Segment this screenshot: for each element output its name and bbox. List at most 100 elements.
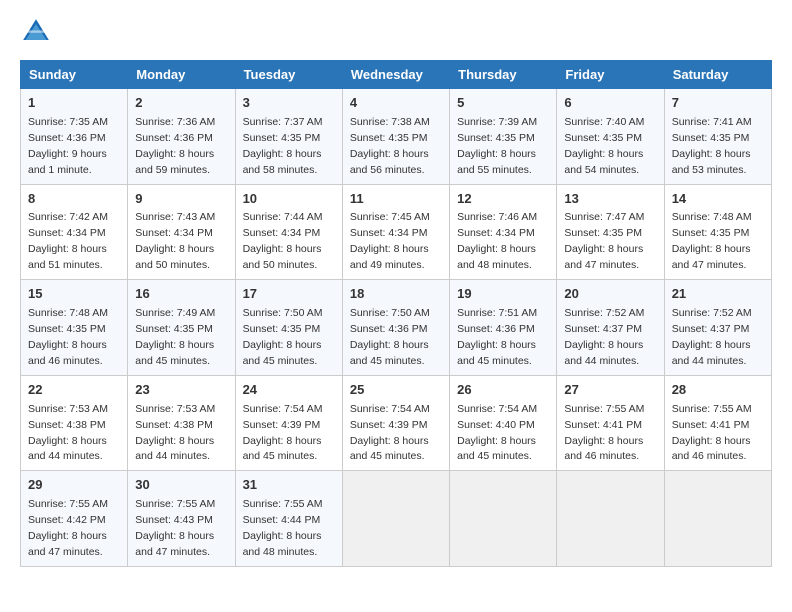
day-number: 3 [243,94,335,113]
day-cell: 6 Sunrise: 7:40 AM Sunset: 4:35 PM Daylig… [557,89,664,185]
day-cell: 19 Sunrise: 7:51 AM Sunset: 4:36 PM Dayli… [450,280,557,376]
day-number: 26 [457,381,549,400]
day-info: Sunrise: 7:53 AM Sunset: 4:38 PM Dayligh… [28,403,108,463]
day-cell: 16 Sunrise: 7:49 AM Sunset: 4:35 PM Dayli… [128,280,235,376]
day-number: 7 [672,94,764,113]
day-info: Sunrise: 7:45 AM Sunset: 4:34 PM Dayligh… [350,211,430,271]
col-header-tuesday: Tuesday [235,61,342,89]
day-cell: 8 Sunrise: 7:42 AM Sunset: 4:34 PM Daylig… [21,184,128,280]
day-info: Sunrise: 7:49 AM Sunset: 4:35 PM Dayligh… [135,307,215,367]
day-cell: 13 Sunrise: 7:47 AM Sunset: 4:35 PM Dayli… [557,184,664,280]
col-header-sunday: Sunday [21,61,128,89]
day-info: Sunrise: 7:44 AM Sunset: 4:34 PM Dayligh… [243,211,323,271]
col-header-friday: Friday [557,61,664,89]
day-cell: 23 Sunrise: 7:53 AM Sunset: 4:38 PM Dayli… [128,375,235,471]
day-number: 19 [457,285,549,304]
day-info: Sunrise: 7:37 AM Sunset: 4:35 PM Dayligh… [243,116,323,176]
col-header-saturday: Saturday [664,61,771,89]
day-number: 27 [564,381,656,400]
day-cell [557,471,664,567]
logo [20,16,58,48]
day-number: 29 [28,476,120,495]
day-number: 30 [135,476,227,495]
day-cell: 29Sunrise: 7:55 AM Sunset: 4:42 PM Dayli… [21,471,128,567]
day-number: 6 [564,94,656,113]
day-info: Sunrise: 7:39 AM Sunset: 4:35 PM Dayligh… [457,116,537,176]
col-header-thursday: Thursday [450,61,557,89]
day-cell: 3 Sunrise: 7:37 AM Sunset: 4:35 PM Daylig… [235,89,342,185]
day-number: 28 [672,381,764,400]
day-info: Sunrise: 7:50 AM Sunset: 4:35 PM Dayligh… [243,307,323,367]
day-number: 11 [350,190,442,209]
day-number: 23 [135,381,227,400]
day-cell: 18Sunrise: 7:50 AM Sunset: 4:36 PM Dayli… [342,280,449,376]
day-number: 14 [672,190,764,209]
day-info: Sunrise: 7:52 AM Sunset: 4:37 PM Dayligh… [564,307,644,367]
day-cell: 31 Sunrise: 7:55 AM Sunset: 4:44 PM Dayli… [235,471,342,567]
day-cell: 22 Sunrise: 7:53 AM Sunset: 4:38 PM Dayli… [21,375,128,471]
day-cell: 4Sunrise: 7:38 AM Sunset: 4:35 PM Daylig… [342,89,449,185]
col-header-monday: Monday [128,61,235,89]
day-number: 17 [243,285,335,304]
day-number: 22 [28,381,120,400]
day-cell: 2 Sunrise: 7:36 AM Sunset: 4:36 PM Daylig… [128,89,235,185]
day-cell: 5 Sunrise: 7:39 AM Sunset: 4:35 PM Daylig… [450,89,557,185]
day-number: 1 [28,94,120,113]
day-info: Sunrise: 7:47 AM Sunset: 4:35 PM Dayligh… [564,211,644,271]
day-info: Sunrise: 7:35 AM Sunset: 4:36 PM Dayligh… [28,116,108,176]
day-number: 20 [564,285,656,304]
logo-icon [20,16,52,48]
day-info: Sunrise: 7:38 AM Sunset: 4:35 PM Dayligh… [350,116,430,176]
day-info: Sunrise: 7:53 AM Sunset: 4:38 PM Dayligh… [135,403,215,463]
day-info: Sunrise: 7:55 AM Sunset: 4:43 PM Dayligh… [135,498,215,558]
day-cell: 20 Sunrise: 7:52 AM Sunset: 4:37 PM Dayli… [557,280,664,376]
day-number: 16 [135,285,227,304]
day-cell: 9 Sunrise: 7:43 AM Sunset: 4:34 PM Daylig… [128,184,235,280]
week-row-1: 1 Sunrise: 7:35 AM Sunset: 4:36 PM Daylig… [21,89,772,185]
day-info: Sunrise: 7:52 AM Sunset: 4:37 PM Dayligh… [672,307,752,367]
day-info: Sunrise: 7:48 AM Sunset: 4:35 PM Dayligh… [672,211,752,271]
day-info: Sunrise: 7:51 AM Sunset: 4:36 PM Dayligh… [457,307,537,367]
day-cell: 26 Sunrise: 7:54 AM Sunset: 4:40 PM Dayli… [450,375,557,471]
week-row-5: 29Sunrise: 7:55 AM Sunset: 4:42 PM Dayli… [21,471,772,567]
day-cell: 17 Sunrise: 7:50 AM Sunset: 4:35 PM Dayli… [235,280,342,376]
calendar-header-row: SundayMondayTuesdayWednesdayThursdayFrid… [21,61,772,89]
day-cell [450,471,557,567]
day-cell: 27Sunrise: 7:55 AM Sunset: 4:41 PM Dayli… [557,375,664,471]
day-number: 2 [135,94,227,113]
day-cell: 15 Sunrise: 7:48 AM Sunset: 4:35 PM Dayli… [21,280,128,376]
col-header-wednesday: Wednesday [342,61,449,89]
day-info: Sunrise: 7:54 AM Sunset: 4:39 PM Dayligh… [243,403,323,463]
day-cell: 21 Sunrise: 7:52 AM Sunset: 4:37 PM Dayli… [664,280,771,376]
day-number: 15 [28,285,120,304]
day-cell: 25Sunrise: 7:54 AM Sunset: 4:39 PM Dayli… [342,375,449,471]
day-cell [342,471,449,567]
day-info: Sunrise: 7:41 AM Sunset: 4:35 PM Dayligh… [672,116,752,176]
page: SundayMondayTuesdayWednesdayThursdayFrid… [0,0,792,577]
day-info: Sunrise: 7:40 AM Sunset: 4:35 PM Dayligh… [564,116,644,176]
day-info: Sunrise: 7:43 AM Sunset: 4:34 PM Dayligh… [135,211,215,271]
day-info: Sunrise: 7:42 AM Sunset: 4:34 PM Dayligh… [28,211,108,271]
day-cell: 24Sunrise: 7:54 AM Sunset: 4:39 PM Dayli… [235,375,342,471]
day-cell: 1 Sunrise: 7:35 AM Sunset: 4:36 PM Daylig… [21,89,128,185]
day-info: Sunrise: 7:50 AM Sunset: 4:36 PM Dayligh… [350,307,430,367]
day-number: 13 [564,190,656,209]
day-number: 8 [28,190,120,209]
day-number: 10 [243,190,335,209]
day-info: Sunrise: 7:36 AM Sunset: 4:36 PM Dayligh… [135,116,215,176]
day-info: Sunrise: 7:54 AM Sunset: 4:40 PM Dayligh… [457,403,537,463]
day-number: 31 [243,476,335,495]
day-info: Sunrise: 7:48 AM Sunset: 4:35 PM Dayligh… [28,307,108,367]
day-info: Sunrise: 7:46 AM Sunset: 4:34 PM Dayligh… [457,211,537,271]
day-number: 5 [457,94,549,113]
day-number: 21 [672,285,764,304]
day-number: 12 [457,190,549,209]
day-info: Sunrise: 7:55 AM Sunset: 4:41 PM Dayligh… [672,403,752,463]
week-row-2: 8 Sunrise: 7:42 AM Sunset: 4:34 PM Daylig… [21,184,772,280]
day-info: Sunrise: 7:55 AM Sunset: 4:44 PM Dayligh… [243,498,323,558]
day-number: 9 [135,190,227,209]
day-cell [664,471,771,567]
day-cell: 12 Sunrise: 7:46 AM Sunset: 4:34 PM Dayli… [450,184,557,280]
calendar-table: SundayMondayTuesdayWednesdayThursdayFrid… [20,60,772,567]
week-row-3: 15 Sunrise: 7:48 AM Sunset: 4:35 PM Dayli… [21,280,772,376]
